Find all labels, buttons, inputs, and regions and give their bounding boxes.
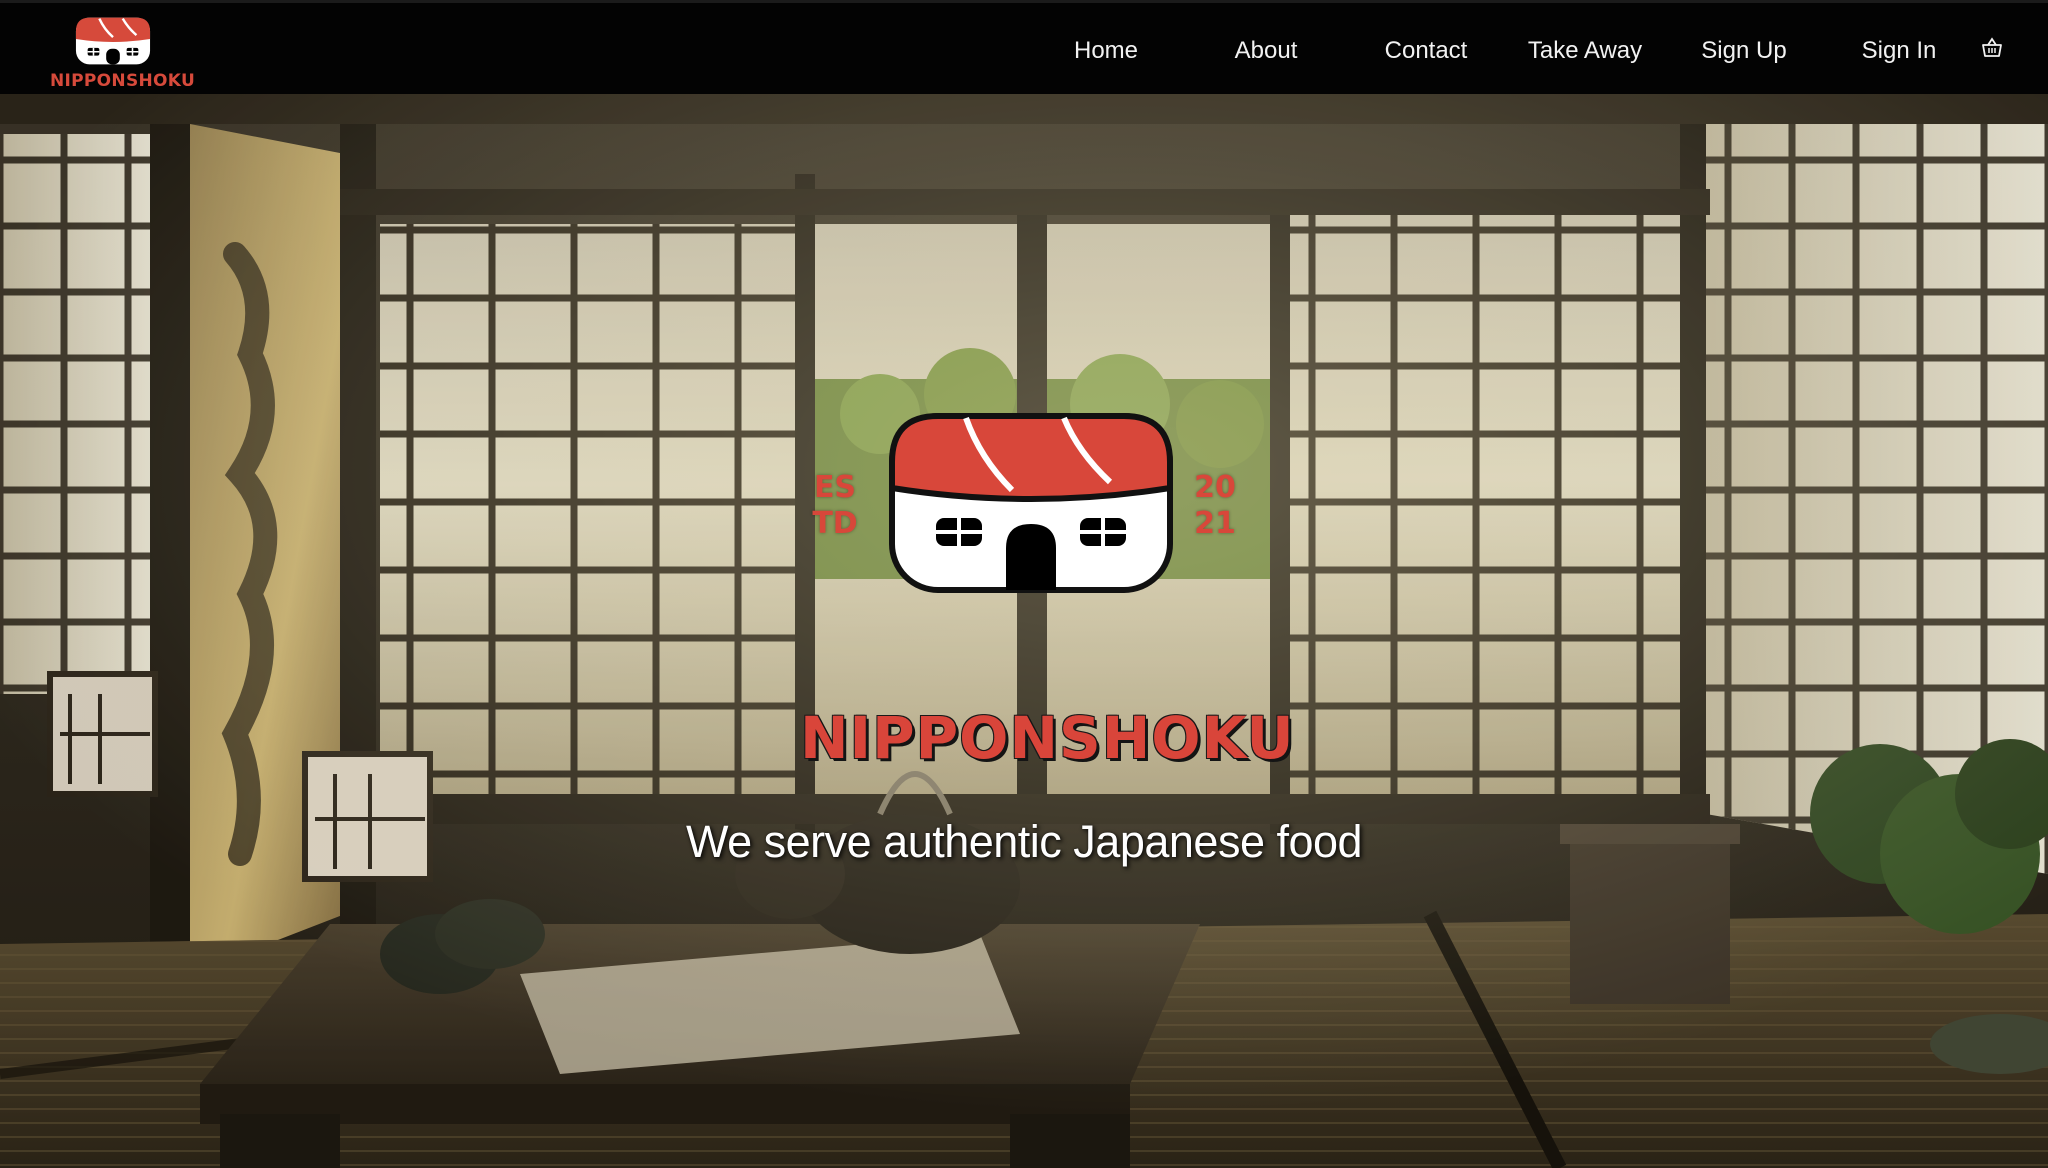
brand-name: NIPPONSHOKU — [50, 71, 196, 91]
nav-home[interactable]: Home — [1056, 35, 1156, 67]
hero-section: ES TD 20 21 NIPPONSHOKU We serve authent… — [0, 94, 2048, 1168]
est-label: ES TD — [810, 470, 860, 542]
nav-sign-in[interactable]: Sign In — [1852, 35, 1946, 67]
year-line-1: 20 — [1194, 470, 1236, 505]
restaurant-house-icon — [889, 413, 1173, 593]
brand-logo[interactable]: NIPPONSHOKU — [50, 11, 196, 91]
nav-contact[interactable]: Contact — [1376, 35, 1476, 67]
hero-brand-name: NIPPONSHOKU — [800, 704, 1295, 772]
nav-take-away[interactable]: Take Away — [1522, 35, 1648, 67]
nav-sign-up[interactable]: Sign Up — [1694, 35, 1794, 67]
restaurant-house-icon — [75, 17, 151, 65]
hero-logo: ES TD 20 21 NIPPONSHOKU — [800, 412, 1295, 772]
top-navbar: NIPPONSHOKU Home About Contact Take Away… — [0, 0, 2048, 94]
est-line-2: TD — [812, 506, 858, 541]
est-line-1: ES — [813, 470, 857, 505]
nav-about[interactable]: About — [1216, 35, 1316, 67]
year-line-2: 21 — [1194, 506, 1236, 541]
hero-tagline: We serve authentic Japanese food — [685, 816, 1363, 867]
year-label: 20 21 — [1190, 470, 1240, 542]
basket-icon[interactable] — [1980, 36, 2004, 60]
